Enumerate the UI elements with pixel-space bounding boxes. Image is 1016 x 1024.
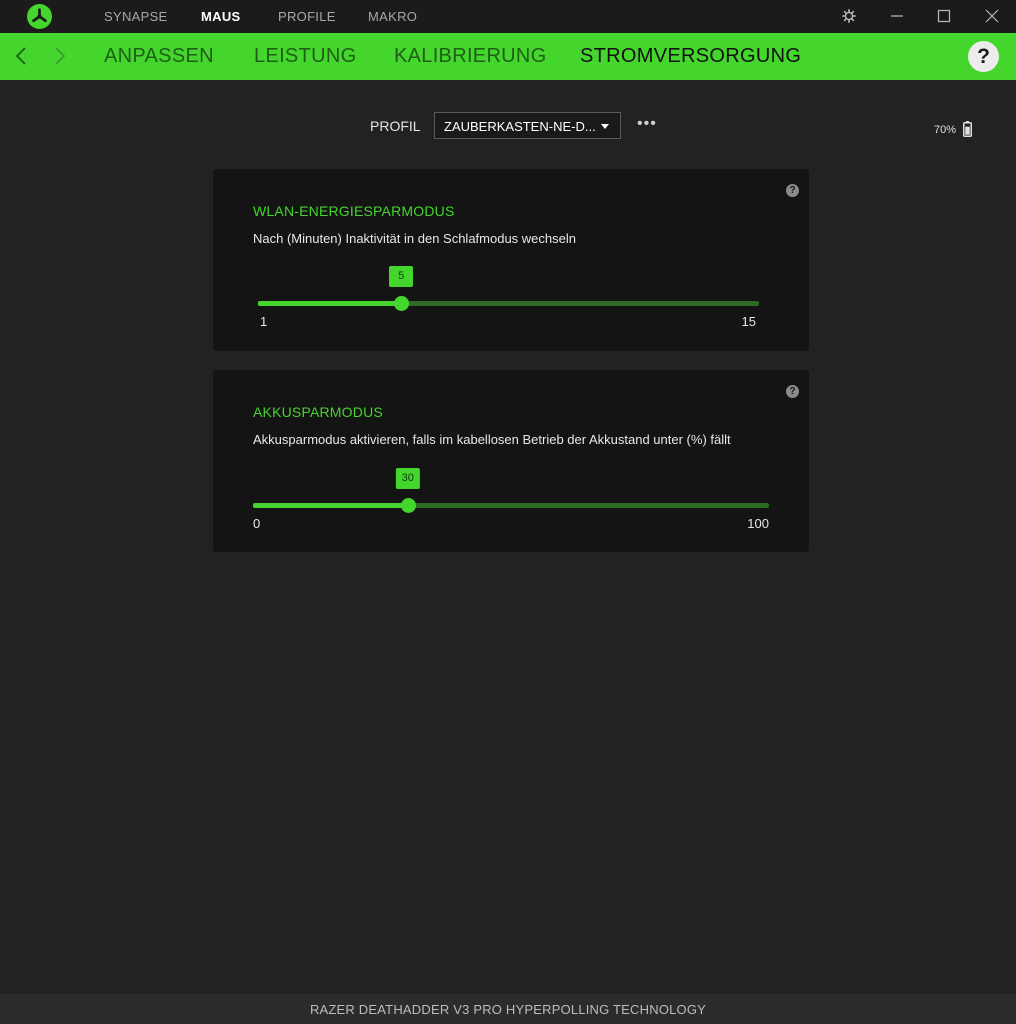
slider-thumb[interactable]: [400, 498, 416, 513]
wlan-energiesparmodus-panel: ? WLAN-ENERGIESPARMODUS Nach (Minuten) I…: [213, 169, 809, 351]
profile-dropdown[interactable]: ZAUBERKASTEN-NE-D...: [434, 112, 621, 139]
razer-logo-icon[interactable]: [27, 4, 52, 29]
slider-value-badge: 5: [389, 266, 414, 287]
sleep-timer-slider[interactable]: 5: [258, 266, 759, 311]
tab-kalibrierung[interactable]: KALIBRIERUNG: [394, 45, 547, 68]
slider-value-badge: 30: [395, 468, 420, 489]
device-name-footer: RAZER DEATHADDER V3 PRO HYPERPOLLING TEC…: [0, 994, 1016, 1024]
slider-max-label: 15: [741, 314, 756, 329]
topnav-makro[interactable]: MAKRO: [368, 9, 417, 24]
help-icon[interactable]: ?: [786, 385, 799, 398]
slider-fill: [253, 503, 408, 508]
panel-description: Nach (Minuten) Inaktivität in den Schlaf…: [253, 231, 576, 246]
forward-arrow-icon[interactable]: [50, 45, 70, 67]
topnav-profile[interactable]: PROFILE: [278, 9, 336, 24]
panel-title: AKKUSPARMODUS: [253, 404, 383, 420]
help-icon[interactable]: ?: [786, 184, 799, 197]
help-icon[interactable]: ?: [968, 41, 999, 72]
slider-fill: [258, 301, 402, 306]
akkusparmodus-panel: ? AKKUSPARMODUS Akkusparmodus aktivieren…: [213, 370, 809, 552]
panel-title: WLAN-ENERGIESPARMODUS: [253, 203, 455, 219]
slider-thumb[interactable]: [394, 296, 410, 311]
topnav-synapse[interactable]: SYNAPSE: [104, 9, 168, 24]
profile-selected-value: ZAUBERKASTEN-NE-D...: [444, 119, 596, 134]
maximize-icon[interactable]: [934, 6, 954, 26]
tab-leistung[interactable]: LEISTUNG: [254, 45, 356, 68]
battery-saver-slider[interactable]: 30: [253, 468, 769, 513]
panel-description: Akkusparmodus aktivieren, falls im kabel…: [253, 432, 731, 447]
slider-min-label: 1: [260, 314, 268, 329]
profile-label: PROFIL: [370, 118, 421, 134]
tab-anpassen[interactable]: ANPASSEN: [104, 45, 214, 68]
slider-max-label: 100: [747, 516, 769, 531]
topnav-maus[interactable]: MAUS: [201, 9, 240, 24]
close-icon[interactable]: [982, 6, 1002, 26]
subnav-bar: ANPASSEN LEISTUNG KALIBRIERUNG STROMVERS…: [0, 33, 1016, 80]
more-options-icon[interactable]: •••: [637, 115, 657, 133]
chevron-down-icon: [601, 124, 609, 129]
gear-icon[interactable]: [839, 6, 859, 26]
tab-stromversorgung[interactable]: STROMVERSORGUNG: [580, 45, 801, 68]
minimize-icon[interactable]: [887, 6, 907, 26]
battery-percent: 70%: [934, 124, 957, 136]
battery-icon: [963, 121, 972, 137]
back-arrow-icon[interactable]: [11, 45, 31, 67]
title-bar: SYNAPSE MAUS PROFILE MAKRO: [0, 0, 1016, 33]
slider-min-label: 0: [253, 516, 261, 531]
